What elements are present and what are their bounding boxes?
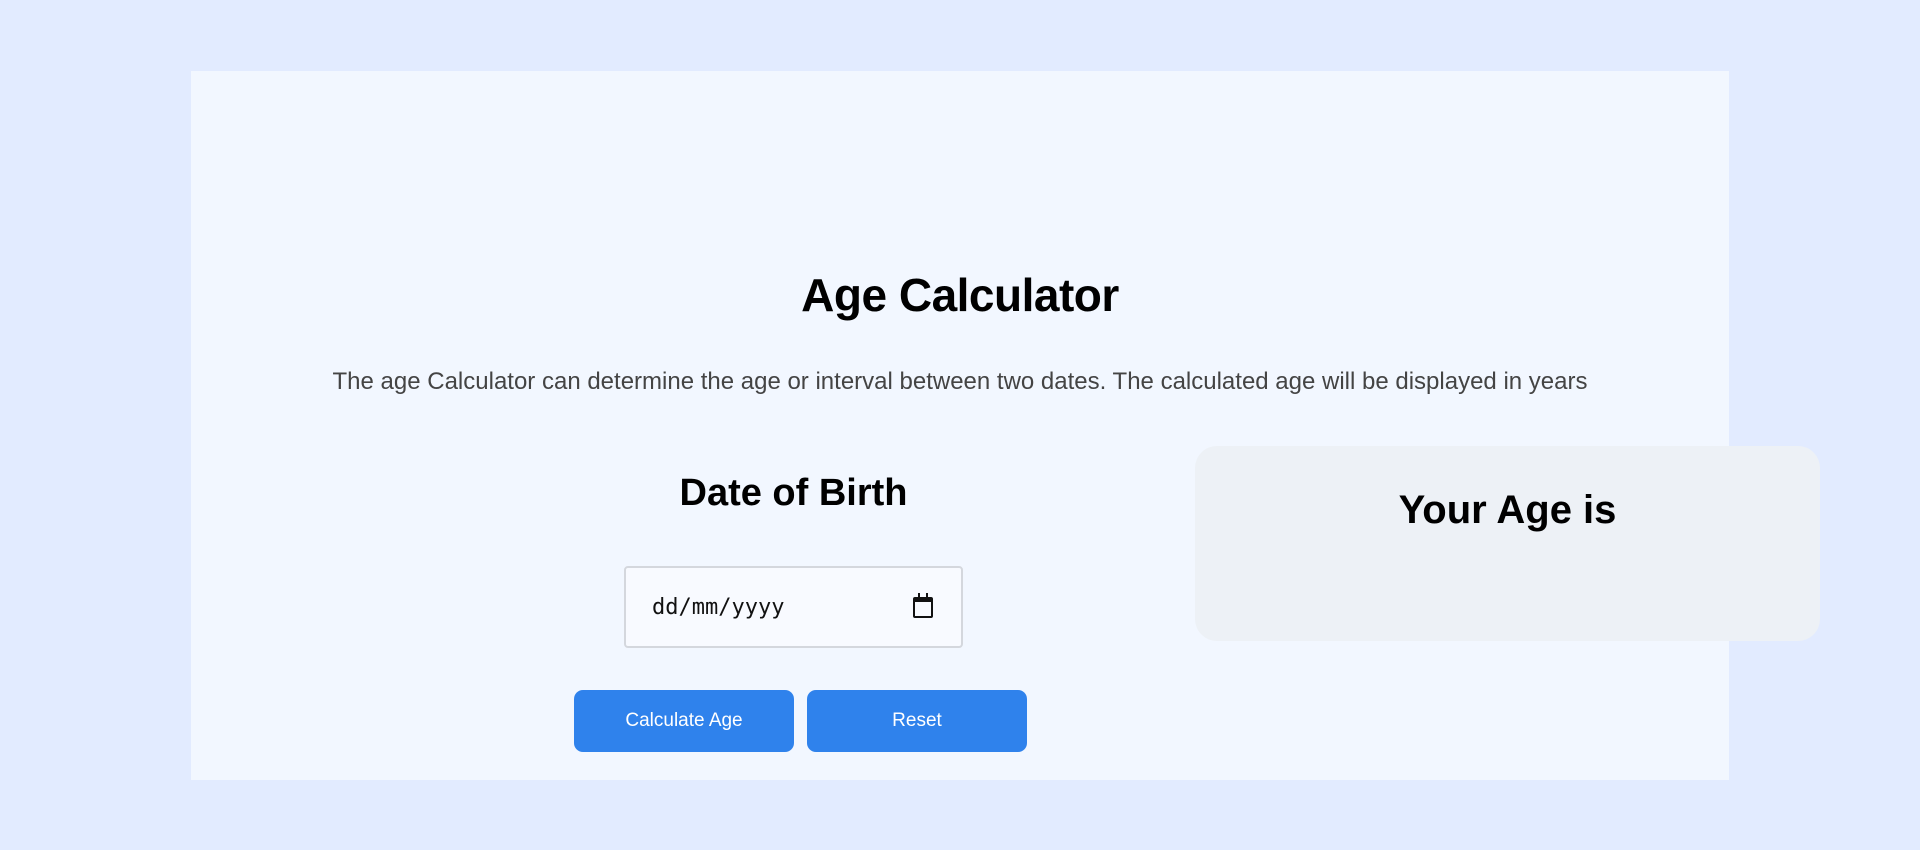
reset-button[interactable]: Reset (807, 690, 1027, 752)
date-of-birth-input[interactable]: dd/mm/yyyy (624, 566, 963, 648)
date-input-placeholder: dd/mm/yyyy (652, 595, 785, 620)
your-age-heading: Your Age is (1398, 488, 1617, 532)
age-calculator-card: Age Calculator The age Calculator can de… (191, 71, 1820, 780)
calendar-icon[interactable] (913, 593, 933, 618)
date-of-birth-heading: Date of Birth (679, 472, 908, 514)
page-title: Age Calculator (801, 269, 1119, 321)
calculate-age-button[interactable]: Calculate Age (574, 690, 794, 752)
page-description: The age Calculator can determine the age… (332, 368, 1588, 395)
age-result-panel: Your Age is (1195, 446, 1820, 641)
